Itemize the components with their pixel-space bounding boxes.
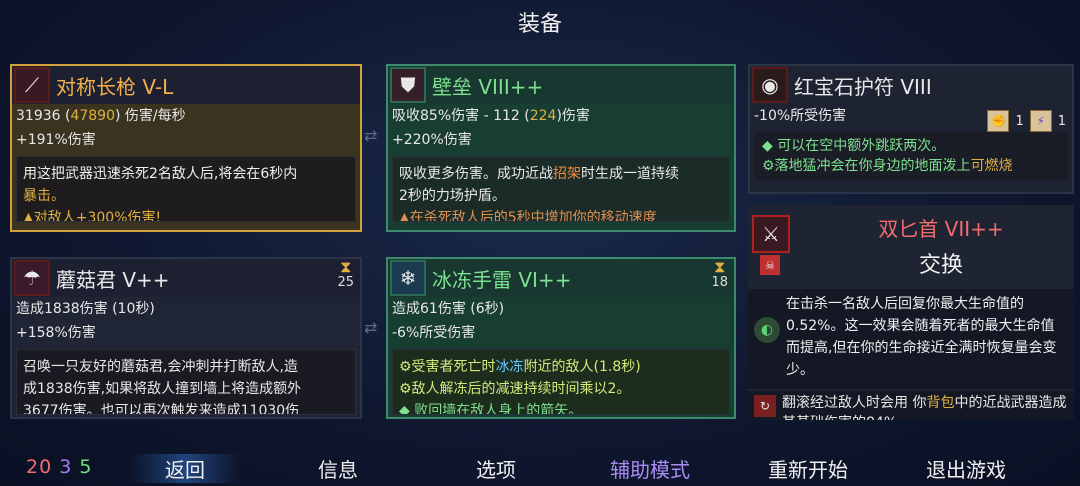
desc-line: 吸收更多伤害。成功近战招架时生成一道持续 [399,163,723,185]
perk-text: 翻滚经过敌人时会用 你背包中的近战武器造成其基础伤害的84% [782,393,1068,420]
equipment-card-grenade[interactable]: ❄ 冰冻手雷 VI++ ⧗ 18 造成61伤害 (6秒) -6%所受伤害 ⚙受害… [386,257,736,419]
desc-text: 附近的敌人(1.8秒) [523,359,641,375]
freeze-keyword: 冰冻 [495,359,524,375]
swap-label[interactable]: 交换 [808,247,1074,279]
swap-arrows-icon: ⇄ [364,126,378,145]
brutality-icon: ☠ [760,255,780,275]
swap-item-panel[interactable]: ⚔ ☠ 双匕首 VII++ 交换 ◐ 在击杀一名敌人后回复你最大生命值的0.52… [748,205,1074,420]
survival-stat: 5 [79,456,93,478]
desc-line: ▲对敌人+300%伤害! [23,210,162,222]
item-description: 用这把武器迅速杀死2名敌人后,将会在6秒内 暴击。 ▲对敌人+300%伤害! [16,156,356,222]
item-name: 红宝石护符 VIII [794,74,932,99]
cooldown-value: 18 [711,275,728,290]
assist-mode-button[interactable]: 辅助模式 [610,454,690,483]
vampire-icon: ◐ [754,317,780,343]
bonus-line: +191%伤害 [16,132,96,148]
desc-line: ◆ 败回墙在敌人身上的箭矢。 [399,403,583,415]
stat-unit: )伤害 [556,108,590,124]
perk-part: 翻滚经过敌人时会用 你 [782,395,927,411]
dps-crit: 47890 [70,108,115,124]
burn-keyword: 可燃烧 [970,158,1013,174]
scroll-stats: 20 3 5 [26,456,92,478]
bonus-line: +220%伤害 [392,132,472,148]
effect-line: ⚙落地猛冲会在你身边的地面泼上可燃烧 [762,156,1060,176]
shield-icon: ⛊ [390,67,426,103]
scroll-count: 1 [1015,113,1024,129]
equipment-card-spear[interactable]: ⟋ 对称长枪 V-L 31936 (47890) 伤害/每秒 +191%伤害 用… [10,64,362,232]
parry-keyword: 招架 [553,166,581,182]
cooldown-display: ⧗ 18 [711,259,728,290]
scroll-counts: ✊ 1 ⚡ 1 [987,110,1066,132]
dps-unit: ) 伤害/每秒 [115,108,186,124]
desc-line: ⚙受害者死亡时冰冻附近的敌人(1.8秒) [399,356,723,378]
options-button[interactable]: 选项 [476,454,516,483]
card-header: ☂ 蘑菇君 V++ ⧗ 25 [12,259,360,297]
perk-row: ↻ 翻滚经过敌人时会用 你背包中的近战武器造成其基础伤害的84% [748,391,1074,420]
brutality-stat: 20 [26,456,53,478]
stat-text: 吸收85%伤害 - 112 ( [392,108,530,124]
info-button[interactable]: 信息 [318,454,358,483]
swap-arrows-icon: ⇄ [364,318,378,337]
item-description: 吸收更多伤害。成功近战招架时生成一道持续 2秒的力场护盾。 ▲在杀死敌人后的5秒… [392,156,730,222]
bottom-menu: 20 3 5 返回 信息 选项 辅助模式 重新开始 退出游戏 [0,448,1080,486]
stat-crit: 224 [529,108,557,124]
equipment-card-shield[interactable]: ⛊ 壁垒 VIII++ 吸收85%伤害 - 112 (224)伤害 +220%伤… [386,64,736,232]
stat-line: 造成1838伤害 (10秒) [16,301,155,317]
item-description: ⚙受害者死亡时冰冻附近的敌人(1.8秒) ⚙敌人解冻后的减速持续时间乘以2。 ◆… [392,349,730,415]
item-name: 冰冻手雷 VI++ [432,267,572,292]
quit-game-button[interactable]: 退出游戏 [926,454,1006,483]
mushroom-icon: ☂ [14,260,50,296]
tactics-scroll-icon: ⚡ [1029,110,1052,132]
cooldown-display: ⧗ 25 [337,259,354,290]
brutality-scroll-icon: ✊ [987,110,1010,132]
stat-line: 造成61伤害 (6秒) [392,301,505,317]
card-header: ❄ 冰冻手雷 VI++ ⧗ 18 [388,259,734,297]
item-effects: ◆ 可以在空中额外跳跃两次。 ⚙落地猛冲会在你身边的地面泼上可燃烧 [754,132,1068,180]
card-header: ◉ 红宝石护符 VIII [750,66,1072,104]
dps-line: 31936 (47890) 伤害/每秒 [12,104,360,128]
hourglass-icon: ⧗ [714,257,726,276]
restart-button[interactable]: 重新开始 [768,454,848,483]
desc-line: ▲在杀死敌人后的5秒中增加你的移动速度 [399,210,657,222]
equipment-card-mushroom[interactable]: ☂ 蘑菇君 V++ ⧗ 25 造成1838伤害 (10秒) +158%伤害 召唤… [10,257,362,419]
desc-line: 召唤一只友好的蘑菇君,会冲刺并打断敌人,造 [23,359,298,375]
swap-item-name: 双匕首 VII++ [878,217,1004,241]
item-name: 壁垒 VIII++ [432,74,544,99]
backpack-keyword: 背包 [926,395,955,411]
desc-line: 2秒的力场护盾。 [399,188,506,204]
ice-grenade-icon: ❄ [390,260,426,296]
perk-row: ◐ 在击杀一名敌人后回复你最大生命值的0.52%。这一效果会随着死者的最大生命值… [748,289,1074,389]
page-title: 装备 [517,12,562,37]
desc-text: 吸收更多伤害。成功近战 [399,166,553,182]
item-name: 蘑菇君 V++ [56,267,170,292]
desc-line: 用这把武器迅速杀死2名敌人后,将会在6秒内 [23,166,298,182]
equipment-card-amulet[interactable]: ◉ 红宝石护符 VIII -10%所受伤害 ✊ 1 ⚡ 1 ◆ 可以在空中额外跳… [748,64,1074,194]
roll-icon: ↻ [754,395,776,417]
back-button[interactable]: 返回 [130,454,240,483]
hourglass-icon: ⧗ [340,257,352,276]
desc-line: 成1838伤害,如果将敌人撞到墙上将造成额外 [23,381,302,397]
stat-line: 吸收85%伤害 - 112 (224)伤害 [388,104,734,128]
amulet-icon: ◉ [752,67,788,103]
twin-daggers-icon: ⚔ [752,215,790,253]
dps-text: 31936 ( [16,108,71,124]
desc-line: 暴击。 [23,188,65,204]
bonus-line: -6%所受伤害 [392,325,476,341]
card-header: ⟋ 对称长枪 V-L [12,66,360,104]
effect-line: ◆ 可以在空中额外跳跃两次。 [762,138,946,154]
desc-line: 3677伤害。也可以再次触发来造成11030伤 [23,403,300,415]
item-description: 召唤一只友好的蘑菇君,会冲刺并打断敌人,造 成1838伤害,如果将敌人撞到墙上将… [16,349,356,415]
effect-text: ⚙落地猛冲会在你身边的地面泼上 [762,158,971,174]
desc-text: ⚙受害者死亡时 [399,359,496,375]
desc-text: 时生成一道持续 [581,166,679,182]
card-header: ⛊ 壁垒 VIII++ [388,66,734,104]
bonus-line: +158%伤害 [16,325,96,341]
spear-icon: ⟋ [14,67,50,103]
item-name: 对称长枪 V-L [56,74,174,99]
desc-line: ⚙敌人解冻后的减速持续时间乘以2。 [399,381,631,397]
perk-text: 在击杀一名敌人后回复你最大生命值的0.52%。这一效果会随着死者的最大生命值而提… [786,296,1057,378]
tactics-stat: 3 [59,456,73,478]
scroll-count: 1 [1057,113,1066,129]
cooldown-value: 25 [337,275,354,290]
